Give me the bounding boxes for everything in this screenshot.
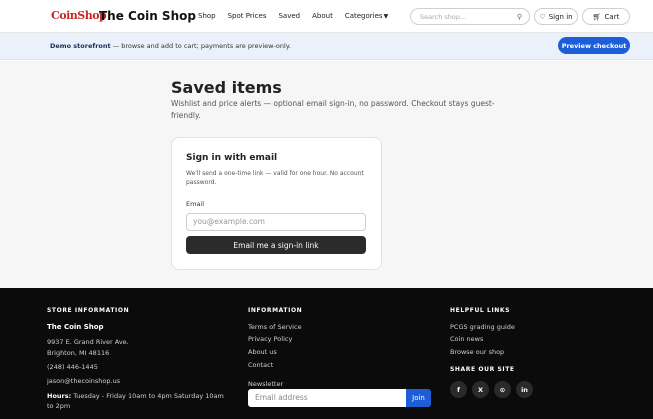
cart-label: Cart: [604, 12, 620, 21]
cart-button[interactable]: 🛒︎ Cart: [582, 8, 630, 25]
footer-address-line2: Brighton, MI 48116: [47, 349, 110, 357]
nav-shop[interactable]: Shop: [198, 12, 216, 20]
email-field[interactable]: you@example.com: [186, 213, 366, 231]
sign-in-card-description: We'll send a one-time link — valid for o…: [186, 170, 364, 186]
facebook-icon[interactable]: f: [450, 381, 467, 398]
footer-hours: Hours: Tuesday - Friday 10am to 4pm Satu…: [47, 391, 232, 411]
banner-bold: Demo storefront: [50, 42, 111, 50]
email-sign-in-link-button[interactable]: Email me a sign-in link: [186, 236, 366, 254]
x-icon[interactable]: X: [472, 381, 489, 398]
footer-link-about[interactable]: About us: [248, 348, 277, 356]
nav-spot-prices[interactable]: Spot Prices: [228, 12, 267, 20]
footer-phone[interactable]: (248) 446-1445: [47, 363, 98, 371]
footer-link-pcgs[interactable]: PCGS grading guide: [450, 323, 515, 331]
main-nav: Shop Spot Prices Saved About Categories▼: [198, 12, 400, 20]
sign-in-label: Sign in: [548, 12, 573, 21]
footer-link-coin-news[interactable]: Coin news: [450, 335, 483, 343]
newsletter-join-button[interactable]: Join: [406, 389, 431, 407]
footer-hours-text: Tuesday - Friday 10am to 4pm Saturday 10…: [47, 392, 224, 410]
search-input[interactable]: Search shop... ⚲: [410, 8, 530, 25]
search-icon[interactable]: ⚲: [517, 13, 522, 21]
sign-in-button[interactable]: ♡ Sign in: [534, 8, 578, 25]
page-subtitle: Wishlist and price alerts — optional ema…: [171, 99, 495, 120]
footer-store-name: The Coin Shop: [47, 323, 104, 331]
sign-in-card-title: Sign in with email: [186, 153, 278, 163]
demo-banner: Demo storefront — browse and add to cart…: [0, 33, 653, 60]
linkedin-icon[interactable]: in: [516, 381, 533, 398]
footer-heading-store-info: STORE INFORMATION: [47, 307, 130, 314]
newsletter-email-field[interactable]: Email address: [248, 389, 406, 407]
shop-name[interactable]: The Coin Shop: [99, 9, 196, 23]
banner-text: Demo storefront — browse and add to cart…: [50, 42, 291, 50]
email-label: Email: [186, 200, 205, 208]
nav-about[interactable]: About: [312, 12, 333, 20]
pinterest-icon[interactable]: ⊙: [494, 381, 511, 398]
footer-address-line1: 9937 E. Grand River Ave.: [47, 338, 129, 346]
footer-heading-helpful: HELPFUL LINKS: [450, 307, 511, 314]
footer-hours-label: Hours:: [47, 392, 72, 400]
footer-email[interactable]: jason@thecoinshop.us: [47, 377, 120, 385]
footer-heading-share: SHARE OUR SITE: [450, 366, 515, 373]
heart-icon: ♡: [539, 12, 546, 21]
site-logo[interactable]: CoinShop: [51, 9, 107, 22]
footer-link-browse[interactable]: Browse our shop: [450, 348, 504, 356]
preview-checkout-button[interactable]: Preview checkout: [558, 37, 630, 54]
nav-saved[interactable]: Saved: [278, 12, 300, 20]
cart-icon: 🛒︎: [592, 12, 602, 21]
footer-link-terms[interactable]: Terms of Service: [248, 323, 302, 331]
footer-link-contact[interactable]: Contact: [248, 361, 273, 369]
nav-categories-label: Categories: [344, 12, 383, 20]
search-placeholder: Search shop...: [420, 13, 467, 21]
newsletter-label: Newsletter: [248, 380, 284, 388]
chevron-down-icon: ▼: [383, 13, 389, 20]
banner-message: — browse and add to cart; payments are p…: [110, 42, 291, 50]
footer-heading-information: INFORMATION: [248, 307, 303, 314]
nav-categories[interactable]: Categories▼: [345, 12, 388, 20]
page-title: Saved items: [171, 78, 282, 97]
footer-link-privacy[interactable]: Privacy Policy: [248, 335, 292, 343]
site-header: CoinShop The Coin Shop Shop Spot Prices …: [0, 0, 653, 33]
